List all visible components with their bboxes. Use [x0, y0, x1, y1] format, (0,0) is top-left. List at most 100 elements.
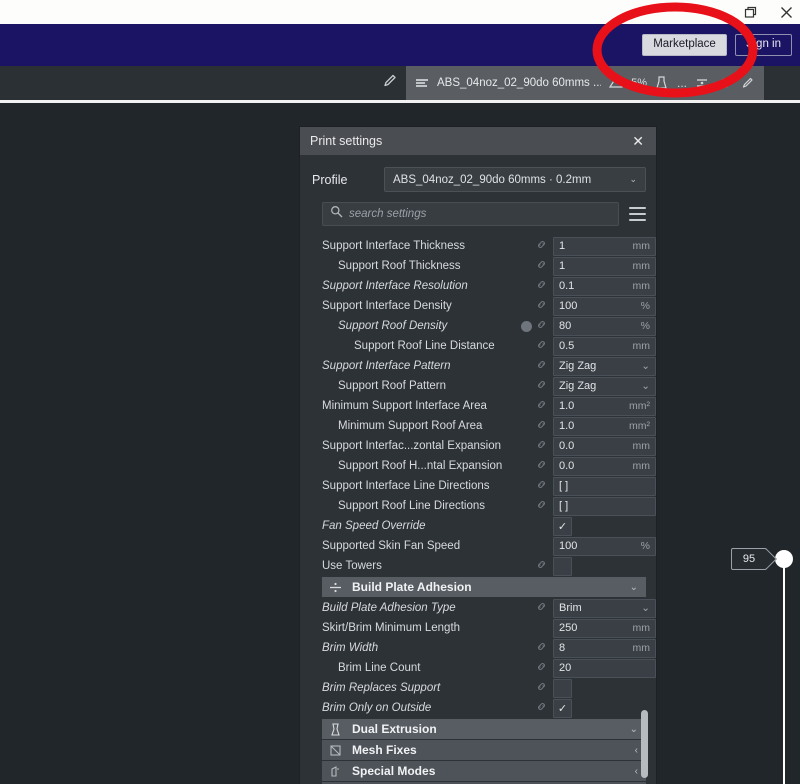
link-icon[interactable]: [536, 417, 547, 435]
layer-slider-track[interactable]: [783, 566, 785, 784]
print-preview-icon[interactable]: [608, 75, 624, 91]
setting-checkbox[interactable]: ✓: [553, 516, 572, 536]
support-icon[interactable]: [694, 75, 710, 91]
window-controls: [742, 0, 794, 24]
link-icon[interactable]: [536, 337, 547, 355]
profile-dropdown[interactable]: ABS_04noz_02_90do 60mms · 0.2mm ⌄: [384, 167, 646, 192]
category-mesh-fixes[interactable]: Mesh Fixes ‹: [322, 740, 646, 760]
setting-icons: [515, 497, 553, 515]
link-icon[interactable]: [536, 557, 547, 575]
setting-label: Support Interface Line Directions: [322, 480, 490, 492]
panel-header: Print settings ✕: [300, 127, 656, 155]
link-icon[interactable]: [536, 659, 547, 677]
link-icon[interactable]: [536, 437, 547, 455]
setting-icons: [515, 237, 553, 255]
category-title: Special Modes: [352, 764, 436, 778]
setting-label: Support Interface Resolution: [322, 280, 468, 292]
link-icon[interactable]: [536, 317, 547, 335]
setting-info-icon[interactable]: [521, 320, 532, 332]
chevron-down-icon: ⌄: [629, 174, 637, 184]
setting-checkbox[interactable]: [553, 678, 572, 698]
layers-icon: [414, 75, 430, 91]
setting-icons: [515, 377, 553, 395]
setting-value: 0.1: [559, 280, 575, 292]
link-icon[interactable]: [536, 257, 547, 275]
setting-row: Support Interface Pattern Zig Zag ⌄: [322, 356, 656, 376]
setting-label: Supported Skin Fan Speed: [322, 540, 461, 552]
setting-icons: [515, 699, 553, 717]
link-icon[interactable]: [536, 639, 547, 657]
setting-row: Brim Only on Outside ✓: [322, 698, 656, 718]
link-icon[interactable]: [536, 377, 547, 395]
panel-scrollbar-thumb[interactable]: [641, 710, 648, 778]
setting-row: Brim Line Count 20: [322, 658, 656, 678]
setting-row: Support Interface Density 100%: [322, 296, 656, 316]
setting-checkbox[interactable]: [553, 556, 572, 576]
setting-value: Brim: [559, 602, 582, 614]
setting-row: Support Interface Resolution 0.1 mm: [322, 276, 656, 296]
panel-scrollbar-track[interactable]: [641, 227, 648, 777]
window-titlebar: [0, 0, 800, 24]
category-build-plate-adhesion[interactable]: Build Plate Adhesion ⌄: [322, 577, 646, 597]
setting-value: Zig Zag: [559, 360, 597, 372]
search-input[interactable]: search settings: [322, 202, 619, 226]
link-icon[interactable]: [536, 457, 547, 475]
gear-icon[interactable]: [717, 75, 733, 91]
setting-label: Minimum Support Interface Area: [322, 400, 487, 412]
setting-label: Support Interfac...zontal Expansion: [322, 440, 501, 452]
link-icon[interactable]: [536, 679, 547, 697]
setting-row: Support Roof Pattern Zig Zag ⌄: [322, 376, 656, 396]
category-title: Build Plate Adhesion: [352, 580, 472, 594]
sign-in-button[interactable]: Sign in: [734, 33, 792, 57]
profile-value: ABS_04noz_02_90do 60mms · 0.2mm: [393, 173, 592, 186]
setting-label: Minimum Support Roof Area: [338, 420, 483, 432]
print-job-bar[interactable]: ABS_04noz_02_90do 60mms ... 5% ...: [406, 66, 764, 100]
setting-value: Zig Zag: [559, 380, 597, 392]
print-progress-percent: 5%: [631, 77, 647, 89]
setting-icons: [515, 457, 553, 475]
category-special-modes[interactable]: Special Modes ‹: [322, 761, 646, 781]
setting-icons: [515, 337, 553, 355]
material-icon[interactable]: [654, 75, 670, 91]
setting-label: Brim Only on Outside: [322, 702, 432, 714]
close-icon[interactable]: [778, 4, 794, 20]
pencil-icon[interactable]: [382, 72, 398, 90]
setting-label: Support Roof Line Directions: [338, 500, 486, 512]
link-icon[interactable]: [536, 599, 547, 617]
setting-label: Fan Speed Override: [322, 520, 426, 532]
close-icon[interactable]: ✕: [630, 134, 646, 148]
setting-value: 1.0: [559, 400, 575, 412]
layer-slider-handle[interactable]: [775, 550, 793, 568]
setting-row: Support Roof H...ntal Expansion 0.0 mm: [322, 456, 656, 476]
setting-value: 8: [559, 642, 566, 654]
setting-label: Support Roof Density: [338, 320, 448, 332]
link-icon[interactable]: [536, 397, 547, 415]
setting-row: Support Roof Line Directions [ ]: [322, 496, 656, 516]
setting-row: Brim Width 8 mm: [322, 638, 656, 658]
setting-row: Fan Speed Override ✓: [322, 516, 656, 536]
marketplace-button[interactable]: Marketplace: [642, 33, 727, 57]
hamburger-menu-icon[interactable]: [629, 207, 646, 221]
setting-label: Support Interface Density: [322, 300, 452, 312]
link-icon[interactable]: [536, 277, 547, 295]
link-icon[interactable]: [536, 237, 547, 255]
link-icon[interactable]: [536, 699, 547, 717]
maximize-icon[interactable]: [742, 4, 758, 20]
app-navigation-bar: Marketplace Sign in: [0, 24, 800, 66]
profile-row: Profile ABS_04noz_02_90do 60mms · 0.2mm …: [300, 155, 656, 198]
setting-value: 250: [559, 622, 578, 634]
setting-icons: [515, 257, 553, 275]
link-icon[interactable]: [536, 477, 547, 495]
setting-checkbox[interactable]: ✓: [553, 698, 572, 718]
setting-value: [ ]: [559, 500, 569, 512]
build-plate-adhesion-icon: [328, 580, 342, 594]
setting-row: Minimum Support Interface Area 1.0 mm²: [322, 396, 656, 416]
setting-row: Use Towers: [322, 556, 656, 576]
category-dual-extrusion[interactable]: Dual Extrusion ⌄: [322, 719, 646, 739]
link-icon[interactable]: [536, 357, 547, 375]
setting-icons: [515, 477, 553, 495]
job-pencil-icon[interactable]: [740, 75, 756, 91]
link-icon[interactable]: [536, 497, 547, 515]
link-icon[interactable]: [536, 297, 547, 315]
setting-label: Support Interface Pattern: [322, 360, 451, 372]
